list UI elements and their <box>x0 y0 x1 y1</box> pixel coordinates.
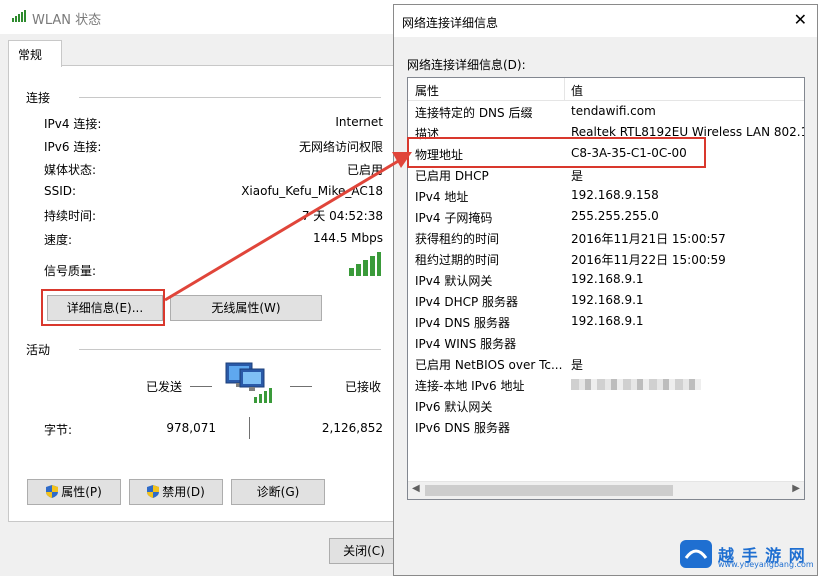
bytes-label: 字节: <box>44 423 73 437</box>
divider <box>79 97 381 98</box>
column-separator[interactable] <box>564 78 565 100</box>
details-list-header: 属性 值 <box>408 78 804 101</box>
value-cell: 2016年11月22日 15:00:59 <box>571 253 726 267</box>
uac-shield-icon <box>46 485 59 498</box>
list-item[interactable]: IPv4 子网掩码 255.255.255.0 <box>408 206 804 227</box>
horizontal-scrollbar[interactable]: ◀ ▶ <box>408 481 804 499</box>
ssid-label: SSID: <box>44 184 77 198</box>
watermark-url: www.yueyangbang.com <box>718 560 814 569</box>
property-cell: 已启用 DHCP <box>415 169 489 183</box>
list-item[interactable]: IPv6 DNS 服务器 <box>408 416 804 437</box>
details-button-highlight <box>41 289 165 326</box>
site-watermark: 越 手 游 网 www.yueyangbang.com <box>678 538 814 572</box>
ipv6-connection-value: 无网络访问权限 <box>298 140 383 154</box>
property-cell: IPv4 WINS 服务器 <box>415 337 517 351</box>
close-icon[interactable]: ✕ <box>794 10 807 29</box>
value-cell: 192.168.9.1 <box>571 272 644 286</box>
property-cell: IPv4 DNS 服务器 <box>415 316 510 330</box>
list-item[interactable]: IPv6 默认网关 <box>408 395 804 416</box>
close-button[interactable]: 关闭(C) <box>329 538 399 564</box>
column-header-property[interactable]: 属性 <box>415 82 439 99</box>
wlan-signal-icon <box>12 10 26 22</box>
properties-button[interactable]: 属性(P) <box>27 479 121 505</box>
physical-address-highlight <box>407 137 706 168</box>
value-cell: 2016年11月21日 15:00:57 <box>571 232 726 246</box>
property-cell: 连接特定的 DNS 后缀 <box>415 106 533 120</box>
list-item[interactable]: IPv4 DHCP 服务器 192.168.9.1 <box>408 290 804 311</box>
diagnose-button[interactable]: 诊断(G) <box>231 479 325 505</box>
list-item[interactable]: 连接特定的 DNS 后缀 tendawifi.com <box>408 101 804 122</box>
value-cell: 192.168.9.158 <box>571 188 659 202</box>
wlan-title-bar: WLAN 状态 <box>0 0 400 34</box>
value-cell: tendawifi.com <box>571 104 656 118</box>
wireless-properties-button[interactable]: 无线属性(W) <box>170 295 322 321</box>
property-cell: IPv4 地址 <box>415 190 469 204</box>
property-cell: IPv4 默认网关 <box>415 274 493 288</box>
media-state-value: 已启用 <box>346 163 383 177</box>
connection-details-window: 网络连接详细信息 ✕ 网络连接详细信息(D): 属性 值 连接特定的 DNS 后… <box>393 4 818 576</box>
sent-line <box>190 386 212 387</box>
property-cell: IPv4 子网掩码 <box>415 211 493 225</box>
signal-strength-icon <box>349 252 381 276</box>
details-list-caption: 网络连接详细信息(D): <box>407 58 526 72</box>
scroll-right-icon[interactable]: ▶ <box>792 483 800 494</box>
list-item[interactable]: 连接-本地 IPv6 地址 <box>408 374 804 395</box>
duration-label: 持续时间: <box>44 209 97 223</box>
property-cell: IPv4 DHCP 服务器 <box>415 295 519 309</box>
ipv6-connection-label: IPv6 连接: <box>44 140 102 154</box>
list-item[interactable]: 已启用 NetBIOS over Tc... 是 <box>408 353 804 374</box>
property-cell: 已启用 NetBIOS over Tc... <box>415 358 563 372</box>
received-line <box>290 386 312 387</box>
property-cell: 租约过期的时间 <box>415 253 500 267</box>
value-cell: 是 <box>571 169 584 183</box>
property-cell: 连接-本地 IPv6 地址 <box>415 379 525 393</box>
list-item[interactable]: IPv4 WINS 服务器 <box>408 332 804 353</box>
details-window-title: 网络连接详细信息 <box>402 16 499 30</box>
disable-button-label: 禁用(D) <box>162 485 205 499</box>
connection-group-label: 连接 <box>26 91 51 105</box>
list-item[interactable]: 租约过期的时间 2016年11月22日 15:00:59 <box>408 248 804 269</box>
sent-label: 已发送 <box>146 380 183 394</box>
speed-label: 速度: <box>44 233 73 247</box>
list-item[interactable]: IPv4 DNS 服务器 192.168.9.1 <box>408 311 804 332</box>
scroll-left-icon[interactable]: ◀ <box>412 483 420 494</box>
tab-general[interactable]: 常规 <box>8 40 62 67</box>
ssid-value: Xiaofu_Kefu_Mike_AC18 <box>241 184 383 198</box>
tab-general-label: 常规 <box>18 48 43 62</box>
list-item[interactable]: 获得租约的时间 2016年11月21日 15:00:57 <box>408 227 804 248</box>
divider <box>79 349 381 350</box>
activity-group-label: 活动 <box>26 343 51 357</box>
network-computers-icon <box>225 362 272 403</box>
bytes-sent-value: 978,071 <box>166 421 216 435</box>
watermark-logo-icon <box>680 540 712 568</box>
details-title-bar: 网络连接详细信息 ✕ <box>394 5 817 37</box>
value-cell: 255.255.255.0 <box>571 209 659 223</box>
ipv4-connection-value: Internet <box>335 115 383 129</box>
duration-value: 7 天 04:52:38 <box>301 209 383 223</box>
column-header-value[interactable]: 值 <box>571 82 583 99</box>
property-cell: 获得租约的时间 <box>415 232 500 246</box>
window-title: WLAN 状态 <box>32 13 102 28</box>
uac-shield-icon <box>147 485 160 498</box>
value-cell: 是 <box>571 358 584 372</box>
speed-value: 144.5 Mbps <box>312 231 383 245</box>
scrollbar-thumb[interactable] <box>425 485 673 496</box>
properties-button-label: 属性(P) <box>61 485 102 499</box>
wlan-status-window: WLAN 状态 常规 连接 IPv4 连接: Internet IPv6 连接:… <box>0 0 400 576</box>
received-label: 已接收 <box>345 380 382 394</box>
bytes-divider <box>249 417 250 439</box>
property-cell: IPv6 DNS 服务器 <box>415 421 510 435</box>
value-cell: 192.168.9.1 <box>571 314 644 328</box>
list-item[interactable]: IPv4 默认网关 192.168.9.1 <box>408 269 804 290</box>
ipv4-connection-label: IPv4 连接: <box>44 117 102 131</box>
media-state-label: 媒体状态: <box>44 163 97 177</box>
disable-button[interactable]: 禁用(D) <box>129 479 223 505</box>
value-cell: 192.168.9.1 <box>571 293 644 307</box>
property-cell: IPv6 默认网关 <box>415 400 493 414</box>
bytes-received-value: 2,126,852 <box>321 421 383 435</box>
blurred-value <box>571 379 701 390</box>
signal-quality-label: 信号质量: <box>44 264 97 278</box>
list-item[interactable]: IPv4 地址 192.168.9.158 <box>408 185 804 206</box>
